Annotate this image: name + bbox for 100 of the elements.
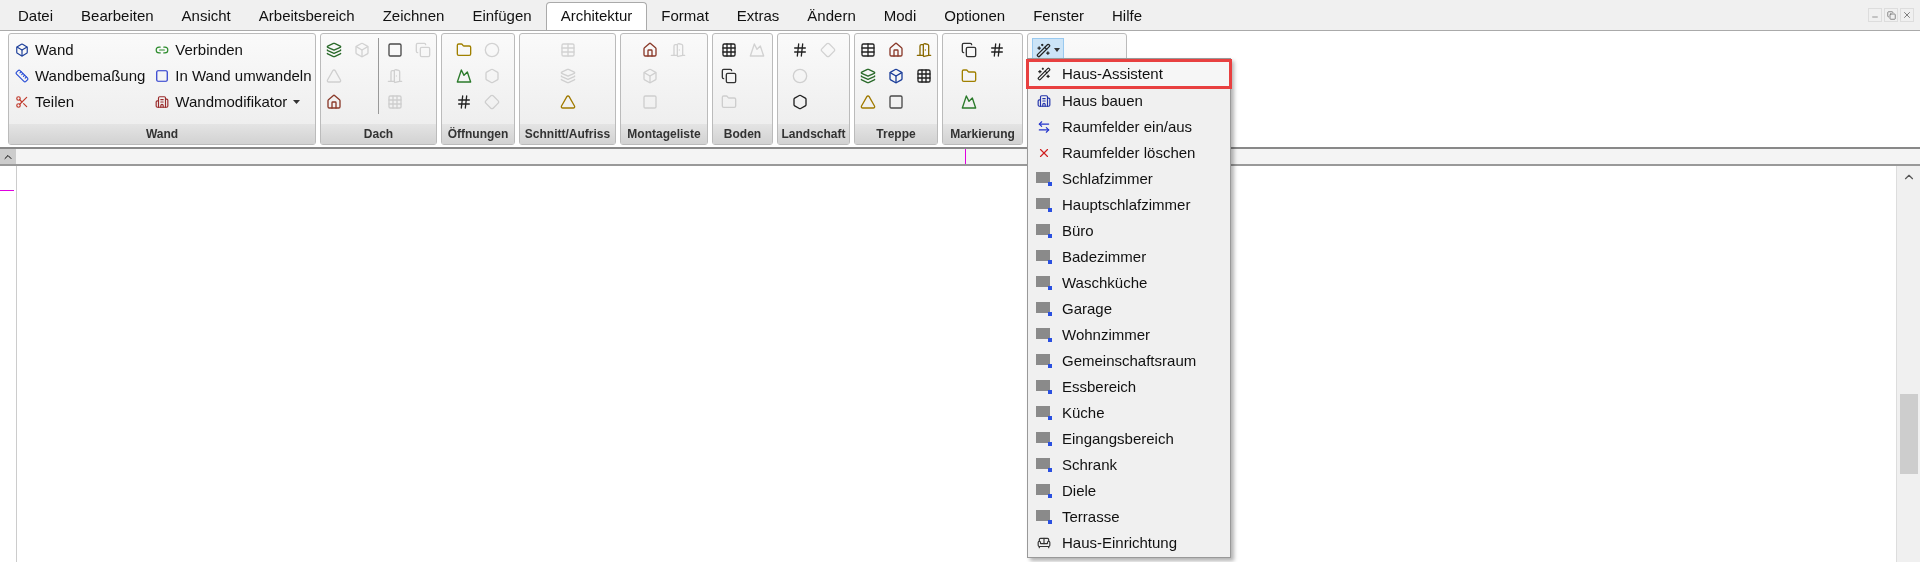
layers-icon [860, 68, 876, 84]
caret-icon [293, 100, 301, 104]
triangle-icon [326, 68, 342, 84]
table-icon [559, 42, 576, 58]
menu-item[interactable]: Schrank [1028, 452, 1230, 478]
group-label: Treppe [876, 126, 916, 143]
menu-item[interactable]: Eingangsbereich [1028, 426, 1230, 452]
restore-button[interactable] [1884, 8, 1898, 22]
room-tag-icon [1036, 250, 1052, 264]
menu-item[interactable]: Garage [1028, 296, 1230, 322]
cursor-mark [0, 190, 14, 191]
mountain-icon [748, 42, 765, 58]
menu-tab[interactable]: Extras [722, 2, 794, 30]
menu-tab[interactable]: Arbeitsbereich [244, 2, 369, 30]
menu-tab[interactable]: Modi [869, 2, 931, 30]
menu-tab[interactable]: Optionen [930, 2, 1020, 30]
room-tag-icon [1036, 302, 1052, 316]
room-tag-icon [1036, 198, 1052, 212]
triangle-icon [559, 94, 576, 110]
menu-item[interactable]: Raumfelder löschen [1028, 140, 1230, 166]
table-icon [860, 42, 876, 58]
house-icon [642, 42, 658, 58]
restore-icon [1886, 10, 1896, 20]
menu-tab[interactable]: Hilfe [1098, 2, 1156, 30]
box-icon [888, 68, 904, 84]
room-tag-icon [1036, 510, 1052, 524]
ribbon-button[interactable]: Wandbemaßung [15, 64, 146, 88]
hexagon-icon [484, 68, 500, 84]
folder-icon [960, 68, 977, 84]
menu-tab[interactable]: Einfügen [458, 2, 546, 30]
group-label: Boden [723, 126, 762, 143]
menu-item[interactable]: Wohnzimmer [1028, 322, 1230, 348]
square-icon [387, 42, 403, 58]
menu-item[interactable]: Haus-Assistent [1028, 61, 1230, 87]
menu-item[interactable]: Büro [1028, 218, 1230, 244]
menu-tab[interactable]: Ansicht [167, 2, 245, 30]
mountain-icon [456, 68, 472, 84]
layers-icon [326, 42, 342, 58]
door-icon [387, 68, 403, 84]
box-icon [642, 68, 658, 84]
menu-item[interactable]: Haus bauen [1028, 88, 1230, 114]
ribbon-button[interactable]: Wandmodifikator [155, 90, 312, 114]
origin-icon [0, 149, 16, 164]
box-icon [354, 42, 370, 58]
menu-tab[interactable]: Fenster [1019, 2, 1098, 30]
door-icon [916, 42, 932, 58]
caret-icon [1054, 48, 1060, 52]
menu-item[interactable]: Badezimmer [1028, 244, 1230, 270]
magic-wand-icon [1036, 42, 1051, 58]
circle-icon [484, 42, 500, 58]
menu-item[interactable]: Raumfelder ein/aus [1028, 114, 1230, 140]
layers-icon [559, 68, 576, 84]
room-tag-icon [1036, 328, 1052, 342]
hash-icon [988, 42, 1005, 58]
square-icon [888, 94, 904, 110]
folder-icon [720, 94, 737, 110]
house-grid-icon [1037, 94, 1051, 108]
house-icon [888, 42, 904, 58]
room-tag-icon [1036, 406, 1052, 420]
room-tag-icon [1036, 484, 1052, 498]
close-button[interactable] [1900, 8, 1914, 22]
ribbon-button[interactable]: Verbinden [155, 38, 312, 62]
menu-item[interactable]: Hauptschlafzimmer [1028, 192, 1230, 218]
close-icon [1902, 10, 1912, 20]
menu-tab[interactable]: Bearbeiten [67, 2, 168, 30]
scrollbar-thumb[interactable] [1899, 394, 1918, 474]
cross-icon [1037, 146, 1051, 160]
folder-icon [456, 42, 472, 58]
square-icon [155, 69, 170, 83]
cube-icon [15, 43, 29, 57]
menu-tab[interactable]: Ändern [793, 2, 870, 30]
copy-icon [415, 42, 431, 58]
menu-item[interactable]: Gemeinschaftsraum [1028, 348, 1230, 374]
swap-arrows-icon [1037, 120, 1051, 134]
building-icon [155, 95, 170, 109]
magic-wand-icon [1037, 67, 1051, 81]
menu-item[interactable]: Haus-Einrichtung [1028, 530, 1230, 556]
hash-icon [456, 94, 472, 110]
room-tag-icon [1036, 354, 1052, 368]
menu-item[interactable]: Küche [1028, 400, 1230, 426]
room-tag-icon [1036, 224, 1052, 238]
menu-tab[interactable]: Architektur [545, 2, 648, 30]
room-tag-icon [1036, 172, 1052, 186]
menu-item[interactable]: Terrasse [1028, 504, 1230, 530]
ribbon-button[interactable]: In Wand umwandeln [155, 64, 312, 88]
menu-tab[interactable]: Zeichnen [368, 2, 459, 30]
menu-item[interactable]: Waschküche [1028, 270, 1230, 296]
ribbon-button[interactable]: Wand [15, 38, 146, 62]
grid-icon [916, 68, 932, 84]
diamond-icon [819, 42, 836, 58]
menu-tab[interactable]: Datei [4, 2, 68, 30]
menu-item[interactable]: Schlafzimmer [1028, 166, 1230, 192]
hexagon-icon [791, 94, 808, 110]
group-label: Schnitt/Aufriss [524, 126, 611, 143]
menu-item[interactable]: Diele [1028, 478, 1230, 504]
ribbon-button[interactable]: Teilen [15, 90, 146, 114]
group-label: Landschaft [781, 126, 846, 143]
group-label: Wand [145, 126, 179, 143]
menu-item[interactable]: Essbereich [1028, 374, 1230, 400]
menu-tab[interactable]: Format [647, 2, 723, 30]
